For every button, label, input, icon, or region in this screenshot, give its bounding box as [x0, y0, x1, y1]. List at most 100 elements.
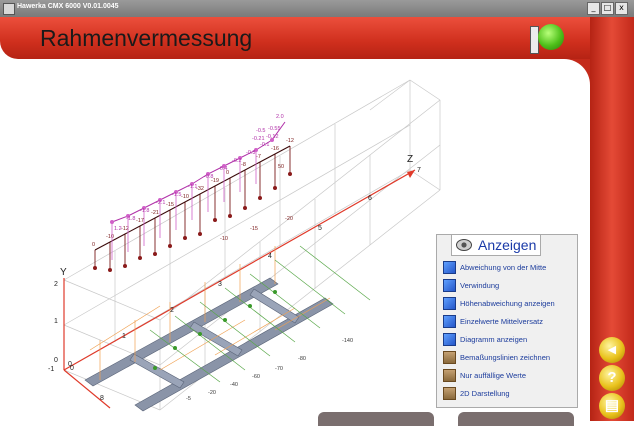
panel-header: Anzeigen: [451, 234, 542, 256]
height-value-labels: 0 -10 -12 -17 -21 -15 -10 -32 -19 0 -8 -…: [92, 138, 294, 248]
status-led-icon: [538, 24, 564, 50]
y-tick: 1: [54, 318, 58, 325]
checked-icon: [443, 297, 456, 310]
z-tick: 7: [417, 167, 421, 174]
option-center-deviation[interactable]: Abweichung von der Mitte: [443, 261, 546, 274]
offset-value: -140: [342, 338, 353, 344]
option-show-diagram[interactable]: Diagramm anzeigen: [443, 333, 527, 346]
y-tick: 2: [54, 281, 58, 288]
height-value: 50: [278, 164, 284, 170]
height-value: -7: [256, 154, 261, 160]
height-value: 0: [92, 242, 95, 248]
x-tick: 8: [100, 395, 104, 402]
minimize-button[interactable]: _: [587, 2, 600, 15]
z-tick: 1: [122, 333, 126, 340]
twist-value: -0.2: [232, 158, 241, 164]
height-value: -16: [271, 146, 279, 152]
option-label: Nur auffällige Werte: [460, 371, 527, 380]
help-icon[interactable]: ?: [599, 365, 625, 391]
twist-value: -1.8: [126, 216, 135, 222]
z-tick: 3: [218, 281, 222, 288]
height-value: -21: [151, 210, 159, 216]
option-2d-view[interactable]: 2D Darstellung: [443, 387, 510, 400]
option-label: 2D Darstellung: [460, 389, 510, 398]
height-value: -20: [285, 216, 293, 222]
height-value: -17: [136, 218, 144, 224]
option-label: Bemaßungslinien zeichnen: [460, 353, 551, 362]
option-height-deviation[interactable]: Höhenabweichung anzeigen: [443, 297, 555, 310]
twist-value: -1.1: [188, 184, 197, 190]
bottom-tab-left[interactable]: [318, 412, 434, 426]
height-stems: [94, 146, 291, 270]
panel-title: Anzeigen: [478, 237, 537, 253]
window-title: Hawerka CMX 6000 V0.01.0045: [17, 3, 119, 10]
app-icon: [3, 3, 15, 15]
twist-value-labels: 1.2 -1.8 -1.8 -2.1 -1.5 -1.1 -0.8 -0.4 -…: [114, 114, 284, 232]
window-controls: _ □ x: [587, 2, 628, 15]
twist-value: -2.1: [156, 200, 165, 206]
option-label: Verwindung: [460, 281, 500, 290]
twist-value: -0.12: [266, 134, 279, 140]
twist-value: 1.2: [114, 226, 122, 232]
y-tick: -1: [48, 366, 54, 373]
option-label: Abweichung von der Mitte: [460, 263, 547, 272]
twist-value: -0.21: [252, 136, 265, 142]
z-axis: [63, 169, 416, 371]
close-button[interactable]: x: [615, 2, 628, 15]
height-value: -15: [166, 202, 174, 208]
offset-value: -5: [186, 396, 191, 402]
option-only-anomalies[interactable]: Nur auffällige Werte: [443, 369, 526, 382]
twist-value: -1.8: [140, 208, 149, 214]
z-tick: 6: [368, 195, 372, 202]
height-value: -12: [286, 138, 294, 144]
checked-icon: [443, 261, 456, 274]
height-value: -8: [241, 162, 246, 168]
z-axis-label: Z: [407, 154, 413, 165]
twist-value: -0.3: [246, 150, 255, 156]
twist-value: -0.8: [204, 174, 213, 180]
option-label: Diagramm anzeigen: [460, 335, 528, 344]
print-icon[interactable]: ▤: [599, 393, 625, 419]
option-center-offset[interactable]: Einzelwerte Mittelversatz: [443, 315, 543, 328]
offset-value: -80: [298, 356, 306, 362]
twist-value: -1.5: [172, 192, 181, 198]
offset-value: -70: [275, 366, 283, 372]
height-value: -15: [250, 226, 258, 232]
bottom-tab-right[interactable]: [458, 412, 574, 426]
x-tick: 0: [70, 365, 74, 372]
offset-value: -20: [208, 390, 216, 396]
unchecked-icon: [443, 369, 456, 382]
z-tick: 2: [170, 307, 174, 314]
z-tick: 4: [268, 253, 272, 260]
height-value: -10: [106, 234, 114, 240]
height-value: -10: [181, 194, 189, 200]
twist-value: -0.1: [260, 142, 269, 148]
height-value: -10: [220, 236, 228, 242]
y-axis-label: Y: [60, 267, 67, 278]
twist-value: -0.55: [268, 126, 281, 132]
arrow-left-icon[interactable]: ◂: [599, 337, 625, 363]
option-label: Höhenabweichung anzeigen: [460, 299, 555, 308]
offset-value: -40: [230, 382, 238, 388]
twist-value: -0.5: [256, 128, 265, 134]
checked-icon: [443, 333, 456, 346]
checked-icon: [443, 279, 456, 292]
display-options-panel: Anzeigen Abweichung von der Mitte Verwin…: [436, 234, 578, 408]
option-twist[interactable]: Verwindung: [443, 279, 499, 292]
z-tick: 5: [318, 225, 322, 232]
offset-points: [153, 290, 277, 370]
twist-value: 2.0: [276, 114, 284, 120]
unchecked-icon: [443, 351, 456, 364]
checked-icon: [443, 315, 456, 328]
maximize-button[interactable]: □: [601, 2, 614, 15]
y-tick: 0: [54, 357, 58, 364]
twist-value: -0.4: [218, 166, 227, 172]
option-dimension-lines[interactable]: Bemaßungslinien zeichnen: [443, 351, 550, 364]
unchecked-icon: [443, 387, 456, 400]
offset-value: -60: [252, 374, 260, 380]
option-label: Einzelwerte Mittelversatz: [460, 317, 543, 326]
twist-stems: [111, 150, 257, 260]
eye-icon: [456, 239, 472, 251]
window-titlebar: Hawerka CMX 6000 V0.01.0045 _ □ x: [0, 0, 634, 17]
page-title: Rahmenvermessung: [40, 25, 253, 51]
